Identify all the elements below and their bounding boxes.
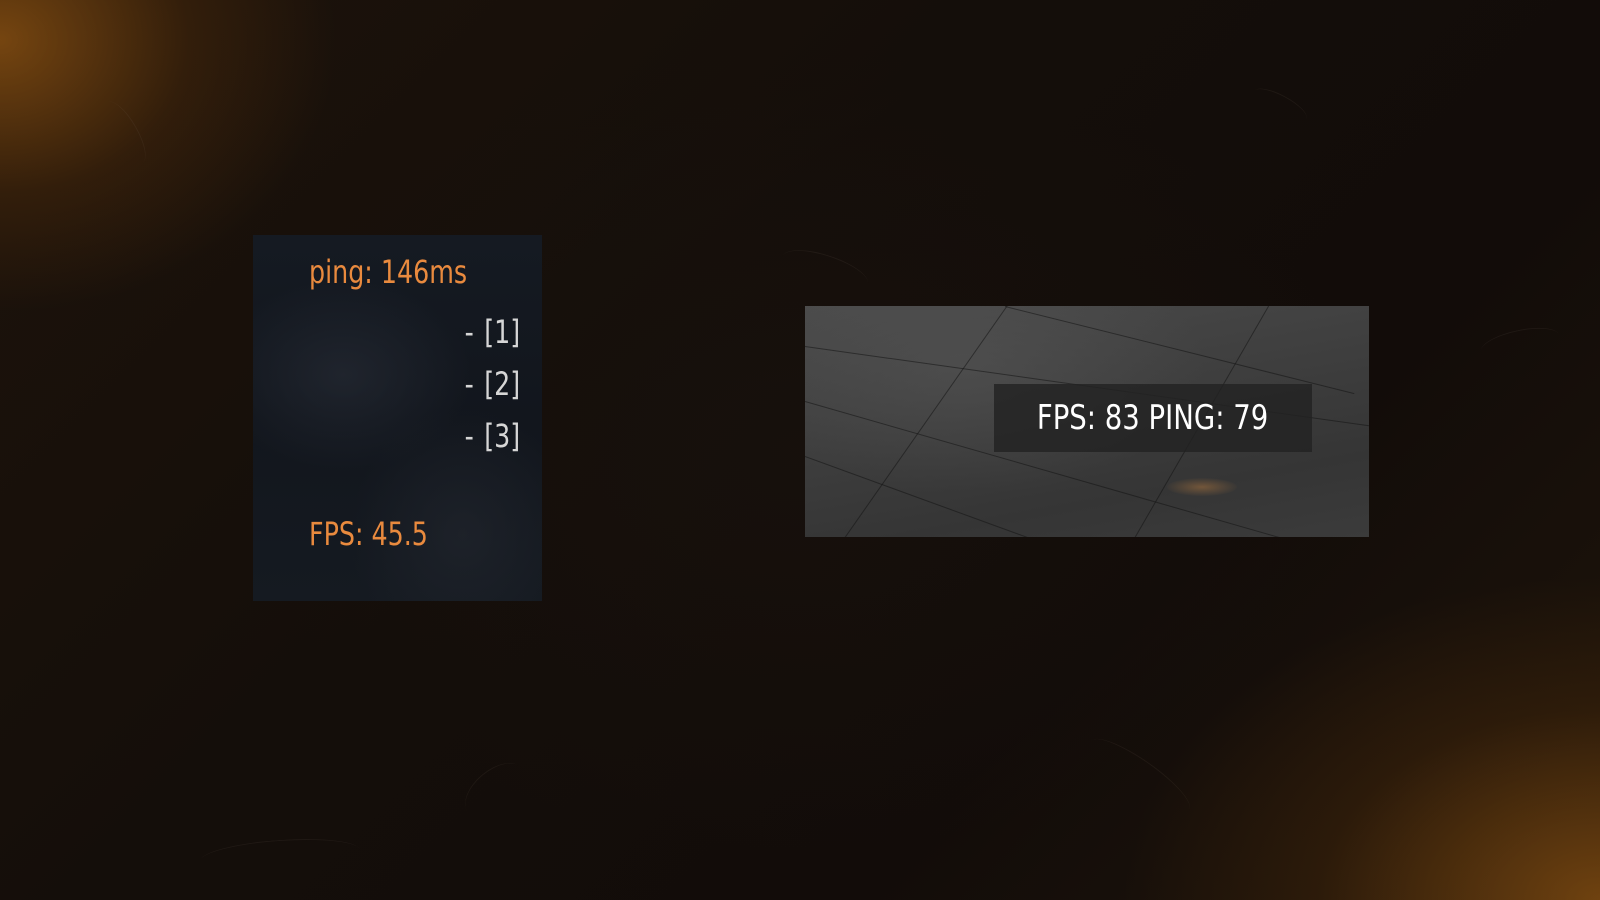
list-item-label: [2] [484, 365, 520, 403]
background-scratch [455, 752, 535, 829]
ping-readout: ping: 146ms [309, 253, 468, 291]
fps-readout: FPS: 45.5 [309, 515, 428, 553]
list-item-dash: - [464, 365, 474, 403]
floor-tile-line [805, 456, 1332, 537]
background-scratch [1478, 321, 1562, 366]
background-scratch [199, 834, 361, 877]
fps-ping-overlay: FPS: 83 PING: 79 [994, 384, 1312, 452]
list-item-label: [3] [484, 417, 520, 455]
floor-stain [1167, 478, 1237, 496]
list-item-label: [1] [484, 313, 520, 351]
background-scratch [96, 95, 154, 170]
background-scratch [777, 241, 873, 300]
list-item: - [1] [464, 313, 520, 351]
fps-ping-text: FPS: 83 PING: 79 [1037, 398, 1269, 438]
list-item: - [3] [464, 417, 520, 455]
background-scratch [1081, 728, 1199, 823]
ping-fps-panel: ping: 146ms - [1] - [2] - [3] FPS: 45.5 [253, 235, 542, 601]
list-item: - [2] [464, 365, 520, 403]
game-view-preview: FPS: 83 PING: 79 [805, 306, 1369, 537]
list-item-dash: - [464, 417, 474, 455]
list-item-dash: - [464, 313, 474, 351]
background-scratch [1248, 82, 1312, 129]
